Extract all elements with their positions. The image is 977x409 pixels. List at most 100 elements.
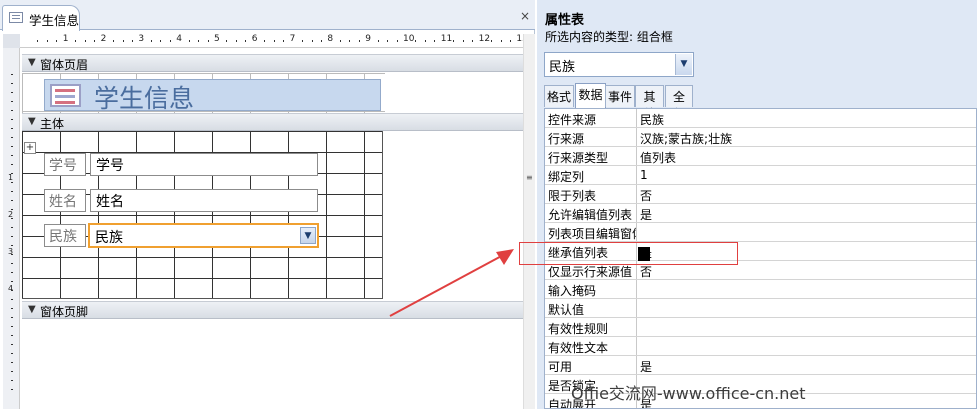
ruler-label: 10	[403, 34, 415, 44]
vertical-ruler-tick	[11, 263, 13, 264]
property-row[interactable]: 有效性规则	[545, 318, 976, 337]
ruler-tick	[434, 40, 436, 42]
ruler-tick	[46, 40, 48, 42]
splitter-grip-icon[interactable]: ≡	[526, 174, 533, 183]
vertical-ruler-tick	[11, 272, 13, 273]
student-id-label[interactable]: 学号	[44, 153, 86, 176]
vertical-ruler-tick	[11, 155, 13, 156]
ruler-corner[interactable]	[3, 34, 20, 48]
vertical-scrollbar[interactable]	[523, 34, 535, 409]
property-name: 限于列表	[548, 189, 597, 203]
property-row[interactable]: 默认值	[545, 299, 976, 318]
horizontal-ruler[interactable]: 12345678910111213	[20, 34, 549, 48]
ethnic-combobox-value: 民族	[95, 230, 123, 246]
property-value[interactable]: 1	[640, 168, 648, 182]
name-label[interactable]: 姓名	[44, 189, 86, 212]
section-bar-detail[interactable]: ▼ 主体	[22, 113, 523, 131]
move-handle-icon[interactable]: +	[24, 142, 36, 154]
vertical-ruler-tick	[11, 101, 13, 102]
document-tab-strip	[0, 0, 535, 30]
property-value[interactable]: 是	[640, 358, 652, 375]
tab-other[interactable]: 其他	[635, 85, 664, 121]
property-value[interactable]: 是	[640, 206, 652, 223]
property-value[interactable]: 否	[640, 263, 652, 280]
name-textbox[interactable]: 姓名	[90, 189, 318, 212]
property-row[interactable]: 列表项目编辑窗体	[545, 223, 976, 242]
tab-event[interactable]: 事件	[605, 85, 635, 107]
vertical-ruler-tick	[11, 326, 13, 327]
document-tab[interactable]: 学生信息	[2, 5, 80, 31]
property-row[interactable]: 输入掩码	[545, 280, 976, 299]
section-bar-header[interactable]: ▼ 窗体页眉	[22, 54, 523, 72]
property-row[interactable]: 行来源 汉族;蒙古族;壮族	[545, 128, 976, 147]
ethnic-label[interactable]: 民族	[44, 224, 86, 247]
ruler-tick	[302, 40, 304, 42]
property-name: 绑定列	[548, 170, 585, 184]
ruler-tick	[424, 40, 426, 42]
property-value[interactable]: 否	[640, 187, 652, 204]
ruler-tick	[122, 40, 124, 42]
property-name: 可用	[548, 360, 573, 374]
ruler-tick	[311, 40, 313, 42]
ruler-tick	[283, 40, 285, 42]
property-row[interactable]: 有效性文本	[545, 337, 976, 356]
property-name: 允许编辑值列表	[548, 208, 633, 222]
ruler-label: 3	[138, 34, 145, 44]
vertical-ruler-tick	[11, 74, 13, 75]
ruler-tick	[264, 40, 266, 42]
object-selector[interactable]: 民族 ▼	[544, 52, 694, 77]
property-value[interactable]: 汉族;蒙古族;壮族	[640, 130, 732, 147]
vertical-ruler-tick	[11, 164, 13, 165]
property-value[interactable]: 值列表	[640, 149, 676, 166]
property-row[interactable]: 可用 是	[545, 356, 976, 375]
form-icon	[9, 12, 23, 23]
property-row[interactable]: 行来源类型 值列表	[545, 147, 976, 166]
chevron-down-icon[interactable]: ▼	[675, 54, 692, 75]
property-name: 列表项目编辑窗体	[548, 227, 636, 241]
dropdown-arrow-icon[interactable]: ▼	[300, 227, 316, 244]
vertical-ruler-tick	[11, 119, 13, 120]
ruler-tick	[472, 40, 474, 42]
ruler-tick	[339, 40, 341, 42]
vertical-ruler-tick	[11, 317, 13, 318]
property-row[interactable]: 绑定列 1	[545, 166, 976, 185]
ruler-tick	[235, 40, 237, 42]
ruler-tick	[387, 40, 389, 42]
tab-data[interactable]: 数据	[575, 83, 606, 108]
vertical-ruler-label: 4	[8, 284, 14, 293]
ruler-tick	[75, 40, 77, 42]
tab-all[interactable]: 全部	[665, 85, 693, 121]
ruler-tick	[453, 40, 455, 42]
vertical-ruler-tick	[11, 308, 13, 309]
ruler-tick	[198, 40, 200, 42]
ruler-tick	[245, 40, 247, 42]
form-footer-area[interactable]	[22, 319, 523, 409]
section-arrow-icon: ▼	[28, 304, 36, 315]
section-arrow-icon: ▼	[28, 57, 36, 68]
property-row[interactable]: 限于列表 否	[545, 185, 976, 204]
vertical-ruler[interactable]: 1234	[3, 48, 20, 409]
form-title[interactable]: 学生信息	[94, 79, 194, 115]
property-name: 行来源	[548, 132, 585, 146]
ruler-tick	[396, 40, 398, 42]
ruler-label: 4	[176, 34, 182, 44]
vertical-ruler-tick	[11, 209, 13, 210]
tab-format[interactable]: 格式	[544, 85, 574, 107]
ruler-tick	[37, 40, 39, 42]
property-sheet-title: 属性表	[545, 13, 585, 28]
form-logo-icon[interactable]	[50, 84, 81, 107]
ruler-tick	[169, 40, 171, 42]
ethnic-combobox[interactable]: 民族 ▼	[88, 223, 319, 248]
property-row[interactable]: 允许编辑值列表是	[545, 204, 976, 223]
property-row[interactable]: 控件来源 民族	[545, 109, 976, 128]
ruler-tick	[509, 40, 511, 42]
selection-type-text: 所选内容的类型: 组合框	[545, 30, 673, 44]
ruler-tick	[84, 40, 86, 42]
text-cursor	[638, 247, 650, 261]
vertical-ruler-tick	[11, 173, 13, 174]
vertical-ruler-tick	[11, 191, 13, 192]
close-icon[interactable]: ×	[520, 9, 530, 23]
student-id-textbox[interactable]: 学号	[90, 153, 318, 176]
property-value[interactable]: 民族	[640, 111, 664, 128]
property-name: 有效性规则	[548, 322, 609, 336]
